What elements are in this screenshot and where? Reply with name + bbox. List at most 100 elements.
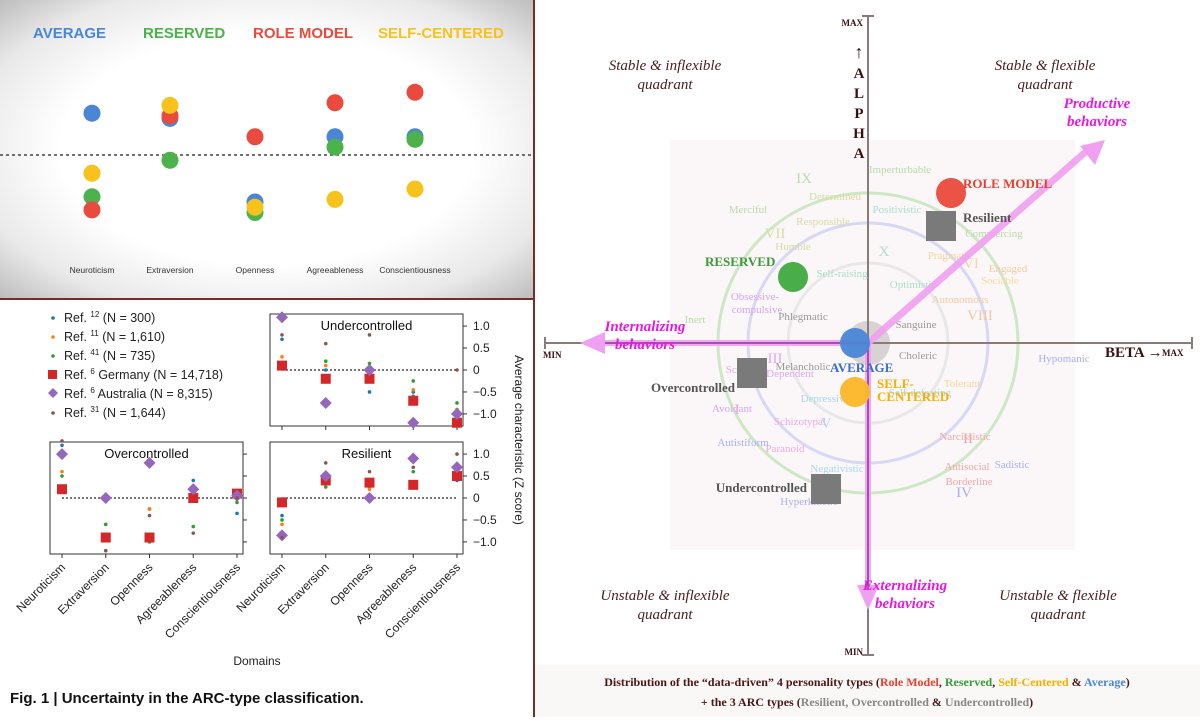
background-trait-label: Sadistic	[995, 459, 1030, 471]
footer-background	[535, 665, 1200, 717]
data-point	[411, 379, 416, 383]
alpha-axis-label-letter: P	[854, 106, 863, 122]
type-marker-role-model	[936, 178, 966, 208]
quadrant-label-top-right: quadrant	[1017, 77, 1073, 93]
data-point	[280, 337, 284, 342]
data-point	[280, 535, 284, 540]
y-tick-label: −1.0	[473, 535, 497, 549]
four-types-chart: AVERAGE RESERVED ROLE MODEL SELF-CENTERED Ne…	[0, 25, 533, 275]
data-point	[60, 474, 64, 478]
data-point	[280, 522, 284, 527]
data-point	[323, 368, 328, 372]
arc-uncertainty-panel: Ref. 12 (N = 300) Ref. 11 (N = 1,610) Ref.…	[0, 300, 535, 717]
arc-marker-resilient	[926, 211, 956, 241]
footer-line-1: Distribution of the “data-driven” 4 pers…	[604, 675, 1130, 689]
type-marker-average	[840, 328, 870, 358]
data-point	[367, 487, 372, 492]
data-point-diamond	[407, 416, 420, 429]
data-point	[191, 478, 196, 483]
arc-marker-undercontrolled	[811, 474, 841, 504]
legend-entry: Ref. 41 (N = 735)	[64, 348, 155, 363]
data-point-square	[144, 532, 155, 543]
category-label: Extraversion	[146, 265, 194, 275]
background-trait-label: Negativistic	[810, 463, 863, 475]
data-point	[411, 469, 416, 474]
data-point-diamond	[363, 492, 376, 504]
background-trait-label: VIII	[967, 308, 993, 324]
data-point-diamond	[276, 311, 288, 324]
alpha-max-label: MAX	[842, 18, 864, 28]
point-self-centered	[83, 164, 101, 182]
legend-role-model: ROLE MODEL	[253, 25, 353, 42]
data-point	[280, 355, 284, 359]
background-trait-label: Positivistic	[873, 204, 922, 216]
data-point-square	[364, 477, 375, 488]
y-tick-label: 0.5	[473, 341, 490, 355]
point-reserved	[406, 130, 424, 148]
data-point	[323, 461, 328, 465]
alpha-axis-label-letter: H	[853, 126, 865, 142]
beta-max-label: MAX	[1162, 348, 1184, 358]
data-point	[323, 485, 328, 489]
data-point-square	[277, 360, 287, 371]
background-trait-label: I	[735, 402, 740, 418]
behavior-label-up-right: behaviors	[1067, 114, 1127, 130]
alpha-arrow-icon: ↑	[855, 42, 864, 62]
background-trait-label: Inert	[685, 314, 706, 326]
type-label-overcontrolled: Overcontrolled	[651, 380, 736, 395]
background-trait-label: Self-raising	[816, 268, 868, 280]
background-trait-label: X	[879, 244, 890, 260]
background-trait-label: Imperturbable	[869, 164, 931, 176]
data-point	[411, 387, 416, 392]
background-trait-label: Engaged	[989, 263, 1028, 275]
point-reserved	[326, 138, 344, 156]
background-trait-label: Choleric	[899, 350, 937, 362]
legend-reserved: RESERVED	[143, 25, 225, 42]
x-category-label: Conscientiousness	[162, 560, 243, 641]
y-tick-label: 0.5	[473, 469, 490, 483]
data-point	[411, 394, 416, 399]
x-axis-label: Domains	[233, 654, 280, 668]
alpha-axis-label-letter: A	[854, 66, 865, 82]
caption-fig: Fig. 1 |	[10, 690, 58, 707]
background-trait-label: Paranoid	[765, 443, 805, 455]
background-trait-label: Obsessive-	[731, 291, 780, 303]
figure-caption: Fig. 1 | Uncertainty in the ARC-type cla…	[10, 690, 364, 707]
data-point	[455, 368, 459, 372]
data-point	[235, 496, 239, 500]
data-point	[60, 443, 64, 448]
background-trait-label: V	[821, 416, 832, 432]
legend-marker-dot	[51, 316, 55, 320]
background-trait-label: IX	[796, 171, 812, 187]
y-tick-label: 1.0	[473, 319, 490, 333]
type-label-undercontrolled: Undercontrolled	[716, 480, 808, 495]
quadrant-label-top-left: Stable & inflexible	[609, 58, 722, 74]
background-trait-label: II	[963, 431, 973, 447]
quadrant-label-top-right: Stable & flexible	[995, 58, 1096, 74]
data-point	[147, 507, 152, 511]
category-label: Openness	[236, 265, 275, 275]
legend-marker-diamond	[48, 388, 58, 398]
panel-title-overcontrolled: Overcontrolled	[104, 446, 189, 461]
category-label: Conscientiousness	[379, 265, 450, 275]
data-point	[455, 452, 459, 456]
alpha-axis-label-letter: L	[854, 86, 864, 102]
y-tick-label: 1.0	[473, 447, 490, 461]
beta-min-label: MIN	[543, 350, 562, 360]
y-tick-label: −0.5	[473, 385, 497, 399]
legend-entry: Ref. 12 (N = 300)	[64, 310, 155, 325]
panel-title-resilient: Resilient	[342, 446, 392, 461]
point-self-centered	[326, 190, 344, 208]
x-category-label: Conscientiousness	[382, 560, 463, 641]
legend-marker-dot	[51, 411, 55, 415]
background-trait-label: compulsive	[732, 304, 783, 316]
arc-uncertainty-chart: Ref. 12 (N = 300) Ref. 11 (N = 1,610) Ref.…	[13, 310, 526, 668]
data-point	[103, 522, 108, 527]
data-point	[191, 531, 196, 535]
type-label-role-model: ROLE MODEL	[963, 176, 1053, 191]
point-role-model	[246, 128, 264, 146]
point-role-model	[406, 83, 424, 101]
data-point	[280, 333, 284, 337]
quadrant-label-bottom-right: quadrant	[1030, 607, 1086, 623]
background-trait-label: Responsible	[796, 216, 850, 228]
